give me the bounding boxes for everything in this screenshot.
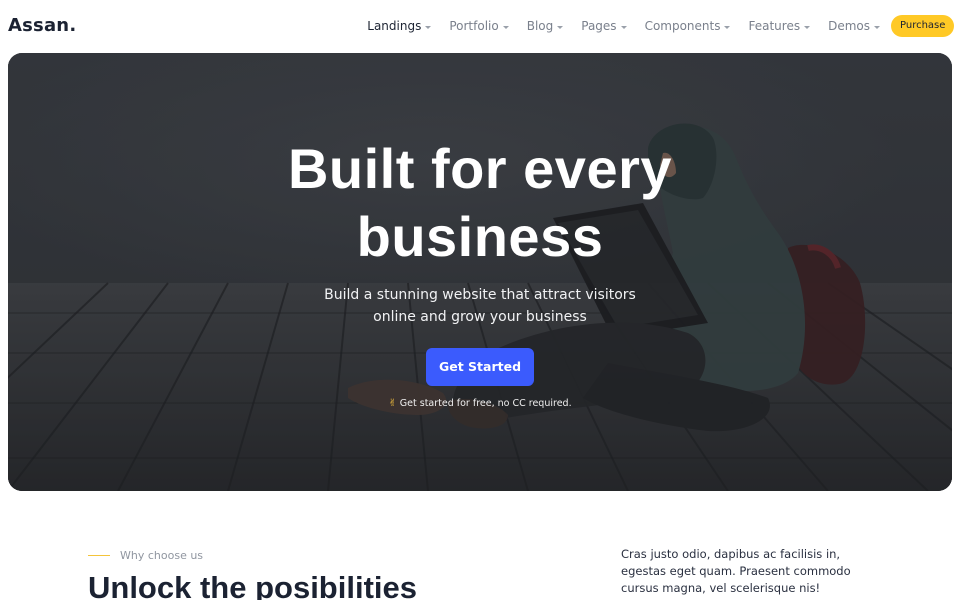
menu-item-features[interactable]: Features xyxy=(748,19,811,33)
menu-item-label: Features xyxy=(748,19,801,33)
section-title: Unlock the posibilities xyxy=(88,570,417,600)
menu-item-blog[interactable]: Blog xyxy=(527,19,564,33)
menu-item-pages[interactable]: Pages xyxy=(581,19,627,33)
chevron-down-icon xyxy=(557,25,564,29)
menu-item-components[interactable]: Components xyxy=(645,19,731,33)
eyebrow-text: Why choose us xyxy=(120,549,204,562)
chevron-down-icon xyxy=(620,25,627,29)
chevron-down-icon xyxy=(724,25,731,29)
hero-subtitle-line: Build a stunning website that attract vi… xyxy=(324,287,636,303)
brand-logo[interactable]: Assan. xyxy=(8,15,76,36)
chevron-down-icon xyxy=(804,25,811,29)
purchase-button[interactable]: Purchase xyxy=(891,15,955,37)
section-eyebrow: Why choose us xyxy=(88,549,203,562)
menu-item-label: Components xyxy=(644,19,721,33)
navbar: Assan. Landings Portfolio Blog Pages Com… xyxy=(0,0,960,52)
menu-item-demos[interactable]: Demos xyxy=(828,19,880,33)
victory-hand-icon: ✌ xyxy=(388,398,397,409)
hero-overlay xyxy=(8,53,952,491)
hero-subtitle: Build a stunning website that attract vi… xyxy=(280,284,680,328)
menu-item-portfolio[interactable]: Portfolio xyxy=(449,19,509,33)
menu-item-landings[interactable]: Landings xyxy=(367,19,432,33)
menu-item-label: Pages xyxy=(581,19,617,33)
free-note: ✌ Get started for free, no CC required. xyxy=(280,398,680,409)
chevron-down-icon xyxy=(425,25,432,29)
main-menu: Landings Portfolio Blog Pages Components… xyxy=(367,0,880,52)
hero-subtitle-line: online and grow your business xyxy=(373,309,587,325)
chevron-down-icon xyxy=(874,25,880,29)
eyebrow-divider xyxy=(88,555,110,556)
hero-title: Built for every business xyxy=(180,135,780,271)
hero-title-line: business xyxy=(356,205,604,268)
hero-title-line: Built for every xyxy=(287,137,673,200)
hero-section: Built for every business Build a stunnin… xyxy=(8,53,952,491)
chevron-down-icon xyxy=(502,25,509,29)
get-started-button[interactable]: Get Started xyxy=(426,348,534,386)
menu-item-label: Landings xyxy=(367,19,422,33)
menu-item-label: Blog xyxy=(526,19,554,33)
free-note-text: Get started for free, no CC required. xyxy=(399,398,572,409)
menu-item-label: Portfolio xyxy=(449,19,499,33)
section-paragraph: Cras justo odio, dapibus ac facilisis in… xyxy=(621,547,851,595)
menu-item-label: Demos xyxy=(828,19,870,33)
